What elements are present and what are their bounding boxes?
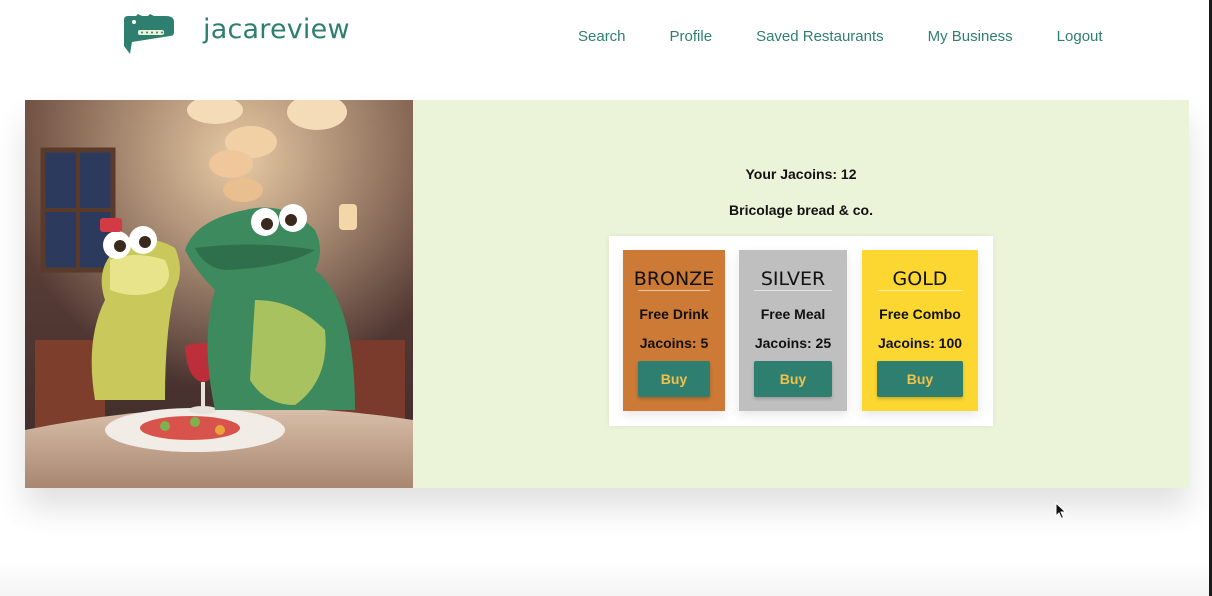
divider	[754, 290, 832, 291]
main-nav: Search Profile Saved Restaurants My Busi…	[578, 28, 1103, 45]
tier-cost: Jacoins: 100	[877, 335, 963, 351]
buy-bronze-button[interactable]: Buy	[638, 361, 710, 397]
tier-cost: Jacoins: 5	[639, 335, 709, 351]
tier-cost: Jacoins: 25	[754, 335, 832, 351]
rewards-card: Your Jacoins: 12 Bricolage bread & co. B…	[25, 100, 1189, 488]
tier-card-bronze: BRONZE Free Drink Jacoins: 5 Buy	[623, 250, 725, 411]
tier-card-silver: SILVER Free Meal Jacoins: 25 Buy	[739, 250, 847, 411]
rewards-content: Your Jacoins: 12 Bricolage bread & co. B…	[413, 100, 1189, 488]
tier-benefit: Free Combo	[879, 306, 961, 322]
restaurant-alligators-image	[25, 100, 413, 488]
page-footer-area	[0, 560, 1212, 596]
tier-benefit: Free Meal	[760, 306, 826, 322]
nav-saved-restaurants-link[interactable]: Saved Restaurants	[756, 28, 884, 45]
top-navbar: jacareview Search Profile Saved Restaura…	[0, 0, 1212, 72]
tier-name: SILVER	[760, 268, 826, 290]
buy-gold-button[interactable]: Buy	[877, 361, 963, 397]
tier-card-gold: GOLD Free Combo Jacoins: 100 Buy	[862, 250, 978, 411]
nav-my-business-link[interactable]: My Business	[928, 28, 1013, 45]
reward-tiers-panel: BRONZE Free Drink Jacoins: 5 Buy SILVER …	[609, 236, 993, 426]
nav-profile-link[interactable]: Profile	[670, 28, 713, 45]
tier-name: BRONZE	[633, 268, 715, 290]
divider	[638, 290, 710, 291]
jacoins-balance: Your Jacoins: 12	[745, 166, 857, 182]
restaurant-name: Bricolage bread & co.	[729, 202, 873, 218]
mouse-pointer-icon	[1055, 502, 1067, 520]
alligator-logo-icon[interactable]	[120, 14, 176, 56]
brand-name[interactable]: jacareview	[203, 14, 350, 45]
buy-silver-button[interactable]: Buy	[754, 361, 832, 397]
tier-benefit: Free Drink	[639, 306, 709, 322]
divider	[877, 290, 963, 291]
nav-logout-link[interactable]: Logout	[1057, 28, 1103, 45]
nav-search-link[interactable]: Search	[578, 28, 626, 45]
tier-name: GOLD	[892, 268, 948, 290]
